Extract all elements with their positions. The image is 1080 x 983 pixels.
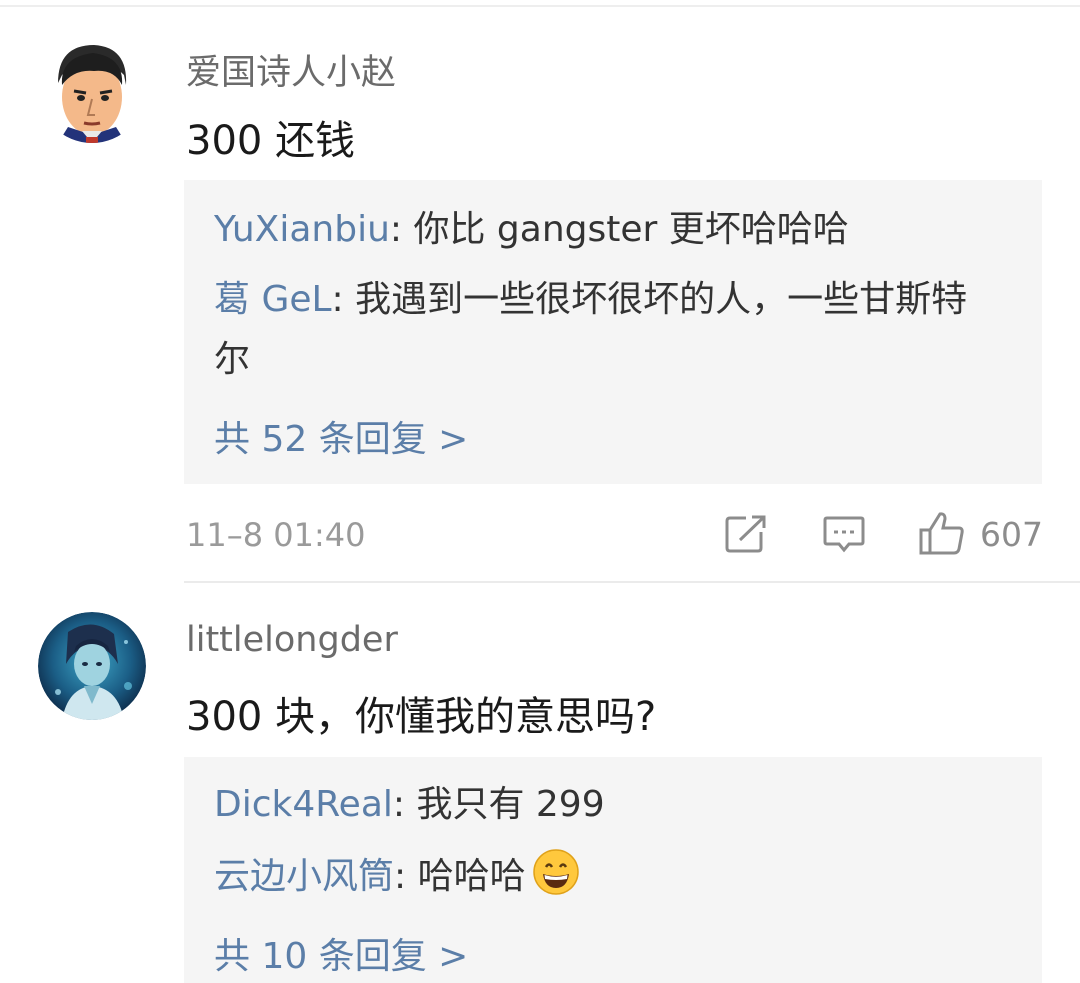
comment-username[interactable]: littlelongder — [186, 620, 398, 660]
reply-separator: : — [394, 856, 418, 897]
avatar[interactable] — [38, 612, 146, 720]
reply-separator: : — [392, 784, 417, 825]
reply-text: 哈哈哈 — [417, 856, 526, 897]
reply-text: 我只有 299 — [416, 784, 605, 825]
reply-item[interactable]: 云边小风筒: 哈哈哈 — [214, 847, 994, 907]
reply-item[interactable]: Dick4Real: 我只有 299 — [214, 775, 994, 835]
comment-content: 300 块，你懂我的意思吗? — [186, 694, 657, 740]
reply-username[interactable]: 云边小风筒 — [214, 856, 394, 897]
anime-character-avatar-icon — [38, 612, 146, 720]
comment-item: littlelongder 300 块，你懂我的意思吗? Dick4Real: … — [0, 0, 1080, 983]
view-all-replies-link[interactable]: 共 10 条回复 > — [214, 927, 468, 979]
reply-preview-box[interactable]: Dick4Real: 我只有 299 云边小风筒: 哈哈哈 共 10 条回复 > — [184, 757, 1042, 983]
reply-username[interactable]: Dick4Real — [214, 784, 393, 825]
grinning-face-emoji-icon — [532, 848, 580, 896]
